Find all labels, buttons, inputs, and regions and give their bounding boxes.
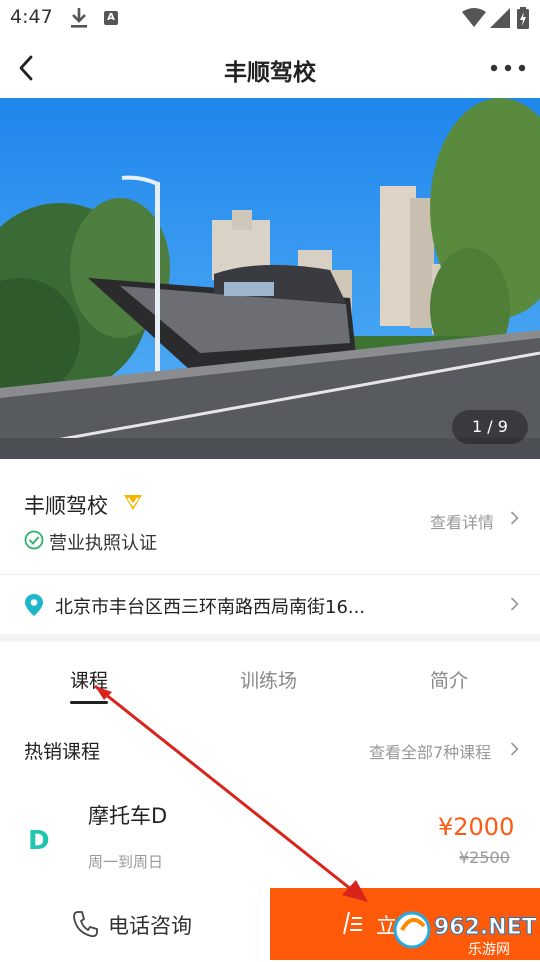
phone-icon: [73, 911, 98, 938]
school-photo-image: [0, 98, 540, 459]
course-original-price: ¥2500: [459, 848, 510, 867]
watermark-logo-icon: 962.NET 乐游网: [393, 911, 537, 958]
signal-icon: [490, 8, 510, 28]
course-name: 摩托车D: [88, 804, 168, 828]
address-text: 北京市丰台区西三环南路西局南街16...: [55, 597, 366, 618]
watermark-subtitle: 乐游网: [468, 942, 510, 958]
phone-consult-button[interactable]: 电话咨询: [0, 888, 270, 960]
school-name: 丰顺驾校: [24, 494, 108, 518]
site-watermark: 962.NET 乐游网: [388, 904, 537, 958]
wifi-icon: [462, 8, 486, 27]
edit-form-icon: [343, 911, 362, 935]
license-verified-label: 营业执照认证: [49, 533, 157, 554]
chevron-right-icon: [510, 742, 519, 756]
school-photo[interactable]: [0, 98, 540, 459]
location-pin-icon: [25, 594, 43, 616]
status-time: 4:47: [10, 6, 53, 28]
tab-training-ground[interactable]: 训练场: [240, 666, 297, 693]
active-tab-indicator: [70, 701, 108, 704]
course-schedule: 周一到周日: [88, 853, 164, 871]
vip-diamond-icon: [124, 495, 142, 510]
view-details-link[interactable]: 查看详情: [430, 509, 494, 533]
school-info-card[interactable]: 丰顺驾校 营业执照认证 查看详情: [0, 459, 540, 574]
tab-bar: 课程 训练场 简介: [0, 642, 540, 712]
watermark-brand: 962.NET: [434, 915, 536, 940]
address-row[interactable]: 北京市丰台区西三环南路西局南街16...: [0, 575, 540, 634]
more-options-icon[interactable]: [488, 64, 528, 72]
course-class-badge: D: [28, 826, 50, 856]
chevron-right-icon: [510, 597, 519, 611]
hot-courses-title: 热销课程: [24, 741, 101, 763]
nav-bar: 丰顺驾校: [0, 36, 540, 98]
verified-check-icon: [24, 530, 44, 550]
phone-consult-label: 电话咨询: [108, 914, 192, 938]
chevron-right-icon: [510, 511, 519, 525]
status-bar: 4:47 A: [0, 0, 540, 36]
download-icon: [71, 8, 87, 28]
section-gap: [0, 634, 540, 642]
page-title: 丰顺驾校: [224, 60, 316, 86]
tab-intro[interactable]: 简介: [430, 666, 468, 693]
course-price: ¥2000: [438, 813, 515, 841]
tab-courses[interactable]: 课程: [70, 666, 108, 693]
battery-icon: [517, 7, 529, 29]
see-all-courses-link[interactable]: 查看全部7种课程: [369, 739, 491, 763]
gallery-counter: 1 / 9: [452, 410, 528, 444]
a-notification-icon: A: [104, 11, 118, 25]
